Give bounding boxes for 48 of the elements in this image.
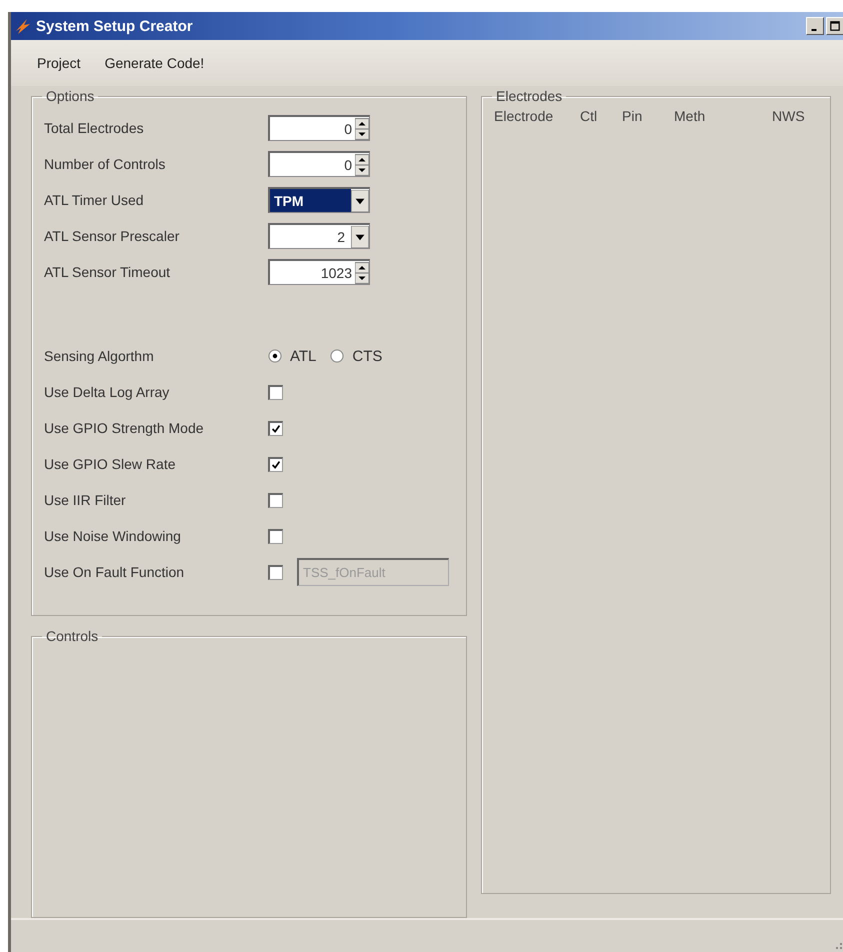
column-header[interactable]: NWS	[772, 108, 805, 124]
up-down-arrows-icon	[355, 154, 369, 176]
option-label: Use GPIO Slew Rate	[44, 456, 176, 472]
minimize-button[interactable]	[806, 17, 824, 35]
option-label: ATL Sensor Prescaler	[44, 228, 180, 244]
number-spinner[interactable]: 0	[268, 151, 370, 177]
radio-option[interactable]: ATL	[268, 348, 316, 364]
column-header[interactable]: Electrode	[494, 108, 580, 124]
column-header[interactable]: Pin	[622, 108, 674, 124]
number-spinner[interactable]: 1023	[268, 259, 370, 285]
radio-option[interactable]: CTS	[330, 348, 382, 364]
up-down-arrows-icon	[355, 262, 369, 284]
checkbox[interactable]	[268, 456, 283, 472]
option-label: Use Delta Log Array	[44, 384, 170, 400]
menu-item[interactable]: Project	[25, 55, 93, 71]
dropdown-arrow-icon	[351, 190, 369, 212]
number-spinner[interactable]: 0	[268, 115, 370, 141]
menu-item[interactable]: Generate Code!	[92, 55, 216, 71]
minimize-icon	[811, 28, 817, 30]
dropdown-arrow-icon	[351, 226, 369, 248]
checkmark-icon	[270, 422, 282, 434]
option-label: Use GPIO Strength Mode	[44, 420, 205, 436]
resize-grip-icon[interactable]	[833, 940, 843, 950]
option-label: Total Electrodes	[44, 120, 145, 136]
checkbox[interactable]	[268, 528, 283, 544]
option-label: Use On Fault Function	[44, 564, 186, 580]
option-label: ATL Sensor Timeout	[44, 264, 172, 280]
column-header[interactable]: Ctl	[580, 108, 622, 124]
maximize-button[interactable]	[826, 17, 843, 35]
up-down-arrows-icon	[355, 118, 369, 140]
option-label: Use Noise Windowing	[44, 528, 182, 544]
group-title: Electrodes	[495, 88, 564, 104]
maximize-icon	[829, 20, 841, 32]
group-title: Options	[45, 88, 96, 104]
option-label: ATL Timer Used	[44, 192, 145, 208]
checkbox[interactable]	[268, 420, 283, 436]
window-title: System Setup Creator	[36, 18, 194, 34]
checkmark-icon	[270, 458, 282, 470]
dropdown[interactable]: 2	[268, 223, 370, 249]
option-label: Use IIR Filter	[44, 492, 127, 508]
checkbox[interactable]	[268, 384, 283, 400]
column-header[interactable]: Meth	[674, 108, 772, 124]
option-label: Sensing Algorthm	[44, 348, 155, 364]
option-label: Number of Controls	[44, 156, 166, 172]
checkbox[interactable]	[268, 564, 283, 580]
dropdown[interactable]: TPM	[268, 187, 370, 213]
group-title: Controls	[45, 628, 100, 644]
checkbox[interactable]	[268, 492, 283, 508]
